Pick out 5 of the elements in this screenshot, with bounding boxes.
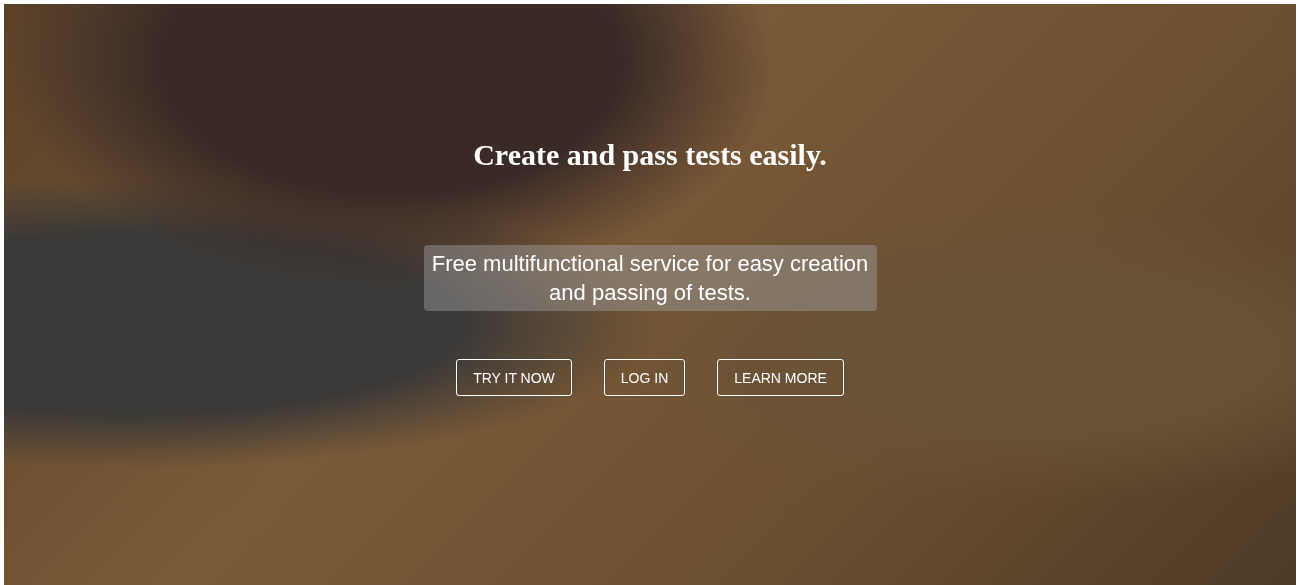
hero-button[interactable]: TRY IT NOW xyxy=(456,359,572,396)
hero-button[interactable]: LOG IN xyxy=(603,359,686,396)
hero-button[interactable]: LEARN MORE xyxy=(717,359,844,396)
hero-title: Create and pass tests easily. xyxy=(473,138,827,172)
hero-subtitle: Free multifunctional service for easy creation and passing of tests. xyxy=(423,245,877,311)
